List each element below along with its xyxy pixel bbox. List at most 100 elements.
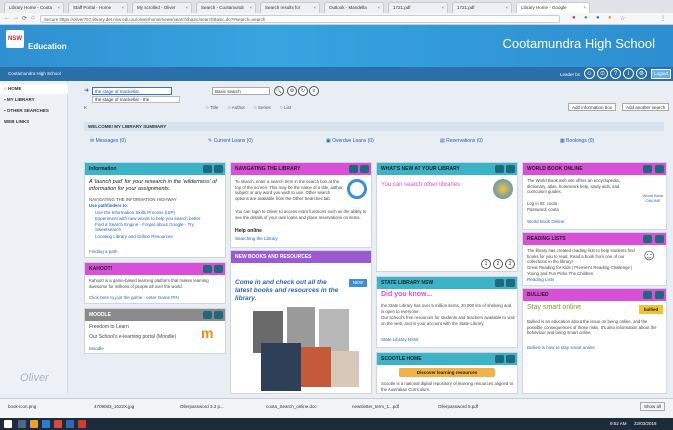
messages-link[interactable]: ✉ Messages (0): [90, 138, 126, 144]
close-icon[interactable]: ×: [441, 5, 444, 10]
edit-icon[interactable]: [203, 265, 212, 273]
download-item[interactable]: 4709083_1022X.jpg: [94, 404, 134, 409]
browser-tab[interactable]: Staff Portal - Home ×: [68, 2, 128, 13]
browser-tab[interactable]: 1721.pdf ×: [452, 2, 512, 13]
chrome-icon[interactable]: [54, 420, 62, 428]
download-item[interactable]: Ollerpassword 3.3 p...: [180, 404, 224, 409]
edit-icon[interactable]: [643, 291, 652, 299]
browser-tab-active[interactable]: Library Home - Google ×: [516, 2, 590, 13]
download-item[interactable]: Ollerpassword 5.pdf: [438, 404, 478, 409]
search-type-select[interactable]: Basic search: [212, 87, 270, 95]
filter-icon[interactable]: ⚙: [287, 86, 297, 96]
extension-icon[interactable]: ●: [608, 15, 612, 21]
delete-icon[interactable]: [506, 165, 515, 173]
delete-icon[interactable]: [655, 165, 664, 173]
sidebar-item-other-searches[interactable]: ▪ OTHER SEARCHES: [0, 106, 68, 116]
kahoot-join-link[interactable]: Click here to join the game - enter Game…: [89, 295, 223, 300]
edit-icon[interactable]: [495, 165, 504, 173]
info-icon[interactable]: i: [623, 68, 634, 79]
delete-icon[interactable]: [214, 311, 223, 319]
close-icon[interactable]: ×: [249, 5, 252, 10]
download-item[interactable]: book-icon.png: [8, 404, 36, 409]
discover-resources-button[interactable]: Discover learning resources: [399, 368, 495, 377]
radio-all[interactable]: K: [84, 105, 87, 110]
folder-icon[interactable]: [30, 420, 38, 428]
edge-icon[interactable]: [42, 420, 50, 428]
add-another-search-button[interactable]: Add another search: [622, 103, 670, 111]
list-item[interactable]: Use the Information Skills Process (ISP): [95, 210, 221, 215]
close-icon[interactable]: ×: [505, 5, 508, 10]
show-all-button[interactable]: Show all: [640, 402, 666, 411]
download-item[interactable]: coota_Search_online.doc: [266, 404, 317, 409]
edit-icon[interactable]: [643, 235, 652, 243]
add-information-box-button[interactable]: Add information box: [568, 103, 617, 111]
help-icon[interactable]: ?: [610, 68, 621, 79]
bookings-link[interactable]: ▦ Bookings (0): [560, 138, 594, 144]
user-icon[interactable]: ☺: [584, 68, 595, 79]
close-icon[interactable]: ×: [313, 5, 316, 10]
world-book-link[interactable]: World Book Online: [527, 219, 564, 224]
sidebar-item-web-links[interactable]: WEB LINKS: [0, 117, 68, 127]
radio-series[interactable]: ○ Series: [254, 105, 271, 110]
download-item[interactable]: newsletter_term_1...pdf: [352, 404, 399, 409]
browser-tab[interactable]: My scrolled - Oliver ×: [132, 2, 192, 13]
state-library-link[interactable]: State Library NSW: [381, 337, 418, 342]
refresh-icon[interactable]: ↻: [298, 86, 308, 96]
search-input[interactable]: the stage of mackellar: [92, 87, 172, 95]
edit-icon[interactable]: [203, 311, 212, 319]
start-icon[interactable]: [4, 420, 12, 428]
delete-icon[interactable]: [655, 235, 664, 243]
extension-icon[interactable]: ●: [596, 15, 600, 21]
reload-icon[interactable]: ⟳: [22, 15, 27, 22]
close-icon[interactable]: ×: [377, 5, 380, 10]
delete-icon[interactable]: [214, 265, 223, 273]
bullied-link[interactable]: Bullied is how to stay smart online: [527, 345, 595, 350]
page-button[interactable]: 3: [505, 259, 515, 269]
moodle-link[interactable]: Moodle: [89, 346, 104, 351]
page-button[interactable]: 2: [493, 259, 503, 269]
menu-icon[interactable]: ⋮: [660, 15, 666, 22]
browser-tab[interactable]: Search results for ×: [260, 2, 320, 13]
edit-icon[interactable]: [643, 165, 652, 173]
list-item[interactable]: Find a Search Engine - Forget about Goog…: [95, 222, 221, 232]
delete-icon[interactable]: [655, 291, 664, 299]
search-icon[interactable]: 🔍: [274, 86, 284, 96]
reading-lists-link[interactable]: Reading Lists: [527, 277, 554, 282]
extension-icon[interactable]: ●: [584, 15, 588, 21]
back-icon[interactable]: ←: [4, 15, 10, 21]
delete-icon[interactable]: [214, 165, 223, 173]
browser-tab[interactable]: Library Home - Coota ×: [4, 2, 64, 13]
url-input[interactable]: Secure https://oliver757.library.det.nsw…: [40, 15, 560, 23]
forward-icon[interactable]: →: [13, 15, 19, 21]
lock-icon[interactable]: ⊙: [597, 68, 608, 79]
close-icon[interactable]: ×: [121, 5, 124, 10]
browser-tab[interactable]: Outlook - Mandella ×: [324, 2, 384, 13]
logout-button[interactable]: Logout: [651, 69, 671, 79]
page-button[interactable]: 1: [481, 259, 491, 269]
word-icon[interactable]: [66, 420, 74, 428]
sidebar-item-home[interactable]: ⌂ HOME: [0, 84, 68, 94]
edit-icon[interactable]: [349, 165, 358, 173]
radio-list[interactable]: ○ List: [280, 105, 291, 110]
search-icon[interactable]: [18, 420, 26, 428]
sidebar-item-my-library[interactable]: ▪ MY LIBRARY: [0, 95, 68, 105]
extension-icon[interactable]: ●: [572, 15, 576, 21]
browser-tab[interactable]: Search - Cootamundr ×: [196, 2, 256, 13]
home-icon[interactable]: ⌂: [31, 15, 35, 21]
search-suggestion[interactable]: the stage of mackellar - the: [92, 96, 180, 103]
delete-icon[interactable]: [360, 165, 369, 173]
delete-icon[interactable]: [506, 355, 515, 363]
delete-icon[interactable]: [506, 279, 515, 287]
list-item[interactable]: Locating Library and Online Resources: [95, 234, 221, 239]
close-icon[interactable]: ×: [57, 5, 60, 10]
radio-author[interactable]: ○ Author: [228, 105, 245, 110]
reservations-link[interactable]: ▤ Reservations (0): [440, 138, 483, 144]
edit-icon[interactable]: [495, 355, 504, 363]
help-link[interactable]: Searching the Library: [235, 236, 278, 241]
acrobat-icon[interactable]: [78, 420, 86, 428]
options-icon[interactable]: ≡: [309, 86, 319, 96]
radio-title[interactable]: ○ Title: [206, 105, 218, 110]
close-icon[interactable]: ×: [583, 5, 586, 10]
settings-icon[interactable]: ⚙: [636, 68, 647, 79]
list-item[interactable]: Experiment with new words to help you se…: [95, 216, 221, 221]
